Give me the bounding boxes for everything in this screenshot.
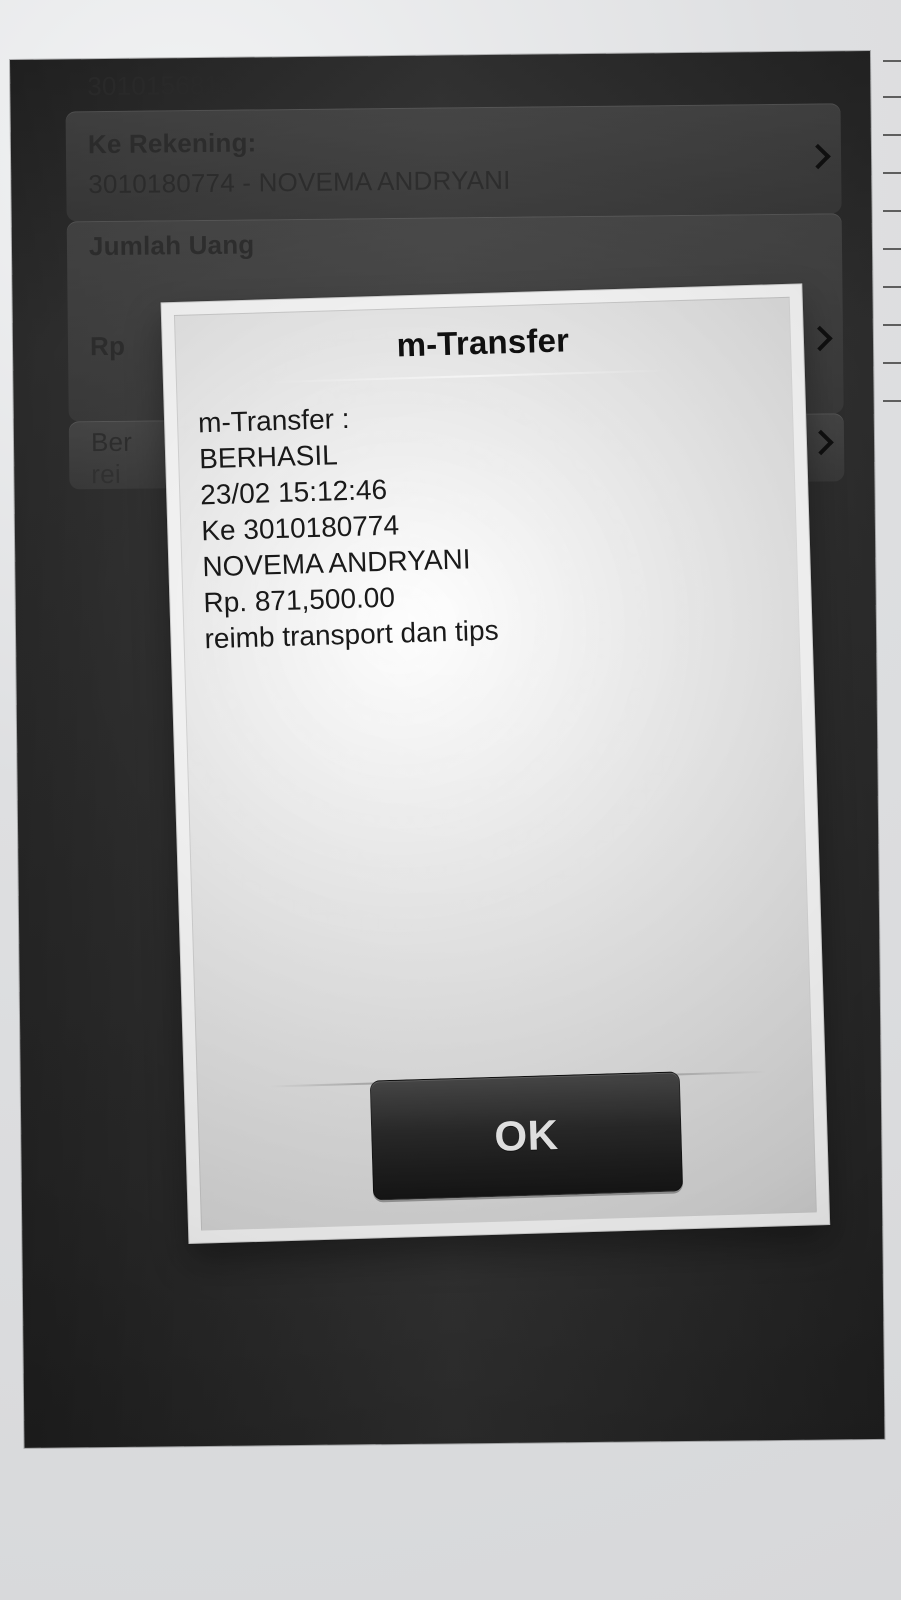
ok-button-label: OK — [493, 1111, 560, 1160]
chevron-right-icon — [807, 325, 833, 352]
to-account-value: 3010180774 - NOVEMA ANDRYANI — [88, 164, 511, 200]
dialog-message: m-Transfer : BERHASIL 23/02 15:12:46 Ke … — [198, 388, 785, 657]
dialog-surface: m-Transfer m-Transfer : BERHASIL 23/02 1… — [173, 296, 817, 1231]
amount-label: Jumlah Uang — [88, 229, 255, 262]
currency-prefix: Rp — [89, 330, 126, 362]
chevron-right-icon — [808, 429, 834, 456]
chevron-right-icon — [805, 143, 831, 170]
phone-screen: 3010156814 Ke Rekening: 3010180774 - NOV… — [10, 50, 885, 1448]
paper-background: 3010156814 Ke Rekening: 3010180774 - NOV… — [0, 0, 901, 1600]
ok-button[interactable]: OK — [369, 1071, 684, 1201]
account-number-partial: 3010156814 — [87, 69, 235, 102]
description-value-partial: rei — [91, 458, 121, 490]
description-prefix-partial: Ber — [90, 426, 133, 458]
m-transfer-dialog: m-Transfer m-Transfer : BERHASIL 23/02 1… — [160, 283, 831, 1245]
to-account-card[interactable]: Ke Rekening: 3010180774 - NOVEMA ANDRYAN… — [65, 103, 842, 222]
dialog-title: m-Transfer — [396, 321, 570, 364]
to-account-label: Ke Rekening: — [87, 127, 257, 160]
paper-edge-lines — [879, 60, 901, 420]
